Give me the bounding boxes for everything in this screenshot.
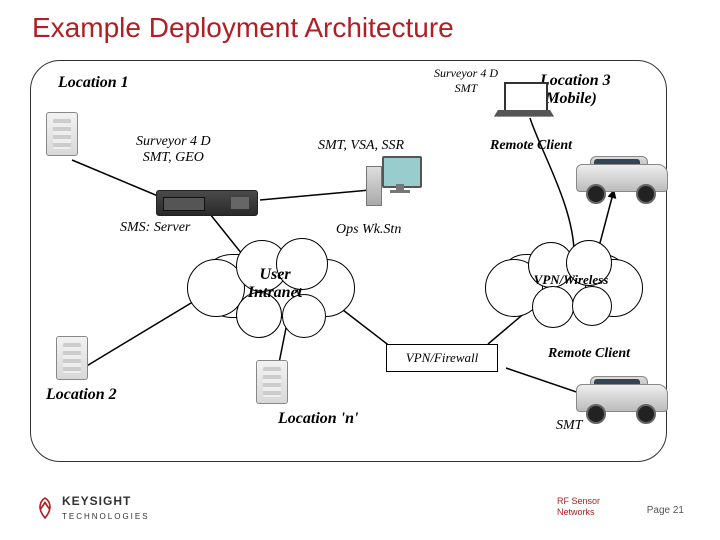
- location-1-label: Location 1: [58, 74, 129, 92]
- sensor-icon: [56, 336, 88, 380]
- laptop-icon: [498, 82, 550, 120]
- footer-rf-label: RF Sensor Networks: [557, 496, 600, 518]
- brand-bold: KEYSIGHT: [62, 494, 131, 508]
- slide: Example Deployment Architecture Location…: [0, 0, 720, 540]
- remote-client-1-label: Remote Client: [490, 138, 572, 154]
- remote-client-2-label: Remote Client: [548, 346, 630, 362]
- text-line: SMT, GEO: [143, 150, 204, 165]
- sensor-icon: [46, 112, 78, 156]
- vehicle-icon: [576, 376, 666, 418]
- vpn-firewall-box: VPN/Firewall: [386, 344, 498, 372]
- slide-title: Example Deployment Architecture: [32, 12, 454, 44]
- text-line: Surveyor 4 D: [434, 66, 498, 80]
- surveyor-smt-label: Surveyor 4 D SMT: [434, 66, 498, 96]
- text-line: Surveyor 4 D: [136, 134, 211, 149]
- location-n-label: Location 'n': [278, 410, 358, 428]
- server-icon: [156, 190, 258, 216]
- user-intranet-label: User Intranet: [232, 266, 318, 302]
- location-2-label: Location 2: [46, 386, 117, 404]
- brand-light: TECHNOLOGIES: [62, 512, 150, 521]
- cloud-bump: [532, 286, 574, 328]
- logo-text: KEYSIGHT TECHNOLOGIES: [62, 494, 150, 522]
- vpn-wireless-label: VPN/Wireless: [516, 272, 626, 288]
- cloud-bump: [572, 286, 612, 326]
- location-3-label: Location 3 (Mobile): [540, 72, 611, 108]
- sms-server-label: SMS: Server: [120, 220, 190, 236]
- sensor-icon: [256, 360, 288, 404]
- page-number: Page 21: [647, 505, 684, 516]
- smt-vsa-ssr-label: SMT, VSA, SSR: [318, 138, 404, 154]
- ops-wkstn-label: Ops Wk.Stn: [336, 222, 401, 238]
- surveyor-smt-geo-label: Surveyor 4 D SMT, GEO: [136, 134, 211, 166]
- keysight-logo: KEYSIGHT TECHNOLOGIES: [34, 494, 150, 522]
- text-line: Location 3: [540, 72, 611, 89]
- logo-mark-icon: [34, 497, 56, 519]
- vehicle-icon: [576, 156, 666, 198]
- desktop-icon: [366, 156, 426, 208]
- text-line: SMT: [455, 81, 478, 95]
- smt-label: SMT: [556, 418, 582, 434]
